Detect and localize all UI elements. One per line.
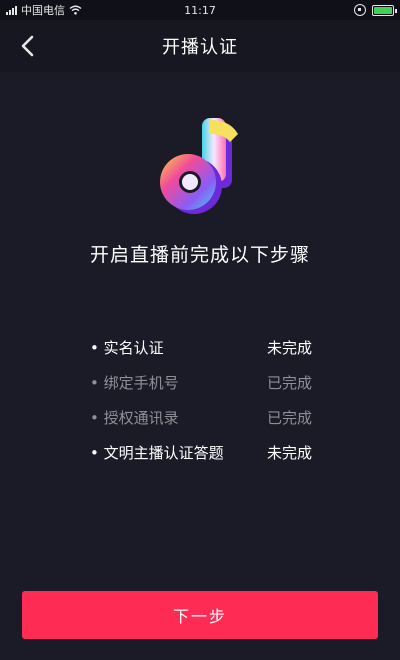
battery-icon: [372, 4, 397, 16]
steps-list: 实名认证 未完成 绑定手机号 已完成 授权通讯录 已完成 文明主播认证答题 未完…: [90, 330, 312, 470]
back-button[interactable]: [14, 32, 42, 60]
rotation-lock-icon: [354, 4, 366, 16]
step-status: 未完成: [266, 444, 312, 462]
step-status: 未完成: [266, 339, 312, 357]
step-civil-host-quiz: 文明主播认证答题 未完成: [90, 435, 312, 470]
signal-icon: [6, 5, 17, 15]
step-real-name: 实名认证 未完成: [90, 330, 312, 365]
step-label: 文明主播认证答题: [90, 442, 224, 463]
step-label: 实名认证: [90, 337, 164, 358]
music-note-icon: [160, 118, 238, 214]
next-step-button[interactable]: 下一步: [22, 591, 378, 639]
wifi-icon: [69, 5, 82, 15]
step-status: 已完成: [266, 409, 312, 427]
page-title: 开播认证: [162, 37, 238, 58]
battery-level: [374, 6, 392, 14]
nav-bar: 开播认证: [0, 20, 400, 72]
step-authorize-contacts: 授权通讯录 已完成: [90, 400, 312, 435]
status-bar-right: [354, 4, 397, 16]
live-certification-screen: 中国电信 11:17 开播认证 开启直播前完成以下步骤 • 实名认证 未完成 •…: [0, 0, 400, 660]
chevron-left-icon: [21, 35, 34, 57]
step-status: 已完成: [266, 374, 312, 392]
status-bar-left: 中国电信: [6, 2, 82, 18]
step-label: 授权通讯录: [90, 407, 179, 428]
music-note-logo: [150, 112, 250, 222]
status-bar: 中国电信 11:17: [0, 0, 400, 20]
carrier-label: 中国电信: [21, 4, 65, 17]
headline: 开启直播前完成以下步骤: [89, 244, 310, 266]
step-label: 绑定手机号: [90, 372, 179, 393]
step-bind-phone: 绑定手机号 已完成: [90, 365, 312, 400]
